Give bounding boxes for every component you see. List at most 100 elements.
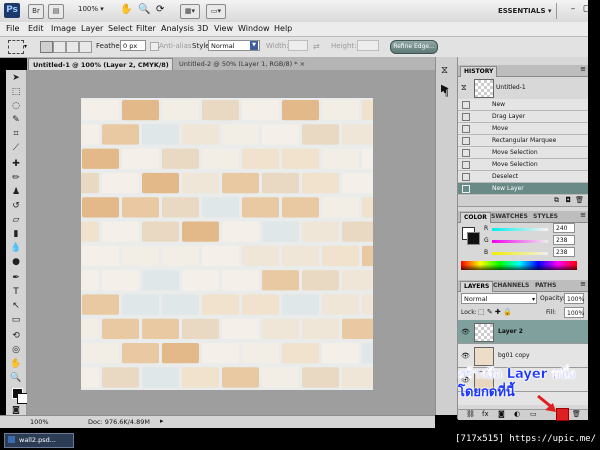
workspace-switcher[interactable]: ESSENTIALS ▾ xyxy=(498,7,551,15)
trash-icon[interactable]: 🗑 xyxy=(575,196,584,204)
b-input[interactable]: 238 xyxy=(553,247,575,257)
g-input[interactable]: 238 xyxy=(553,235,575,245)
r-input[interactable]: 240 xyxy=(553,223,575,233)
add-selection-icon[interactable] xyxy=(53,41,66,53)
b-slider[interactable] xyxy=(492,252,548,255)
tab-channels[interactable]: CHANNELS xyxy=(490,281,532,291)
path-selection-tool-icon[interactable]: ↖ xyxy=(9,300,23,312)
eye-icon[interactable]: 👁 xyxy=(461,352,470,360)
3d-rotate-tool-icon[interactable]: ⟲ xyxy=(9,330,23,342)
move-tool-icon[interactable]: ➤ xyxy=(9,72,23,84)
opacity-input[interactable]: 100% xyxy=(564,293,584,304)
menu-window[interactable]: Window xyxy=(238,24,270,33)
arrange-documents-icon[interactable]: ▦▾ xyxy=(180,4,200,19)
rotate-view-icon[interactable]: ⟳ xyxy=(156,4,164,15)
panel-menu-icon[interactable]: ≡ xyxy=(580,211,586,219)
menu-help[interactable]: Help xyxy=(274,24,292,33)
chevron-down-icon[interactable]: ▾ xyxy=(532,294,535,305)
gradient-tool-icon[interactable]: ▮ xyxy=(9,228,23,240)
menu-file[interactable]: File xyxy=(6,24,19,33)
intersect-selection-icon[interactable] xyxy=(79,41,92,53)
blend-mode-select[interactable]: Normal ▾ xyxy=(461,293,537,304)
tab-layers[interactable]: LAYERS xyxy=(460,281,494,292)
tab-swatches[interactable]: SWATCHES xyxy=(488,212,531,222)
g-slider[interactable] xyxy=(492,240,548,243)
menu-analysis[interactable]: Analysis xyxy=(161,24,194,33)
list-item[interactable]: Move Selection xyxy=(458,147,589,159)
eraser-tool-icon[interactable]: ▱ xyxy=(9,214,23,226)
list-item[interactable]: Rectangular Marquee xyxy=(458,135,589,147)
crop-tool-icon[interactable]: ⌗ xyxy=(9,128,23,140)
zoom-readout[interactable]: 100% xyxy=(30,418,49,426)
tab-color[interactable]: COLOR xyxy=(460,212,491,223)
camera-icon[interactable]: ◘ xyxy=(565,196,571,204)
fill-input[interactable]: 100% xyxy=(564,307,584,318)
lock-pixels-icon[interactable]: ⬚ ✎ ✚ 🔒 xyxy=(478,308,512,316)
minimize-button[interactable]: – xyxy=(566,4,580,16)
eyedropper-tool-icon[interactable]: ⟋ xyxy=(9,142,23,154)
chevron-down-icon[interactable]: ▾ xyxy=(24,43,27,50)
clone-stamp-tool-icon[interactable]: ♟ xyxy=(9,186,23,198)
new-selection-icon[interactable] xyxy=(40,41,53,53)
status-menu-icon[interactable]: ▸ xyxy=(160,417,164,425)
close-icon[interactable]: × xyxy=(300,60,305,68)
anti-alias-checkbox[interactable] xyxy=(150,42,159,51)
trash-icon[interactable]: 🗑 xyxy=(572,410,581,418)
history-snapshot[interactable]: ⧖ Untitled-1 xyxy=(458,77,589,100)
chevron-down-icon[interactable]: ▼ xyxy=(250,41,258,50)
subtract-selection-icon[interactable] xyxy=(66,41,79,53)
3d-orbit-tool-icon[interactable]: ◎ xyxy=(9,344,23,356)
swap-dimensions-icon[interactable]: ⇄ xyxy=(313,42,320,51)
fx-icon[interactable]: fx xyxy=(482,410,489,418)
tab-untitled-1[interactable]: Untitled-1 @ 100% (Layer 2, CMYK/8) * × xyxy=(28,58,173,81)
menu-image[interactable]: Image xyxy=(51,24,76,33)
spot-healing-tool-icon[interactable]: ✚ xyxy=(9,158,23,170)
menu-view[interactable]: View xyxy=(214,24,233,33)
feather-input[interactable]: 0 px xyxy=(120,40,146,51)
tab-paths[interactable]: PATHS xyxy=(532,281,559,291)
layer-row-layer-2[interactable]: 👁 Layer 2 xyxy=(458,320,589,344)
style-select[interactable]: Normal ▼ xyxy=(208,40,260,51)
menu-select[interactable]: Select xyxy=(108,24,133,33)
menu-filter[interactable]: Filter xyxy=(136,24,156,33)
height-input[interactable] xyxy=(357,40,379,51)
marquee-tool-preset-icon[interactable] xyxy=(8,40,24,54)
tab-styles[interactable]: STYLES xyxy=(530,212,561,222)
r-slider[interactable] xyxy=(492,228,548,231)
link-layers-icon[interactable]: ⛓ xyxy=(466,410,475,418)
tab-untitled-2[interactable]: Untitled-2 @ 50% (Layer 1, RGB/8) * × xyxy=(175,58,315,70)
zoom-tool-icon[interactable]: 🔍 xyxy=(9,372,23,384)
hand-icon[interactable]: ✋ xyxy=(120,4,132,15)
list-item[interactable]: Move Selection xyxy=(458,159,589,171)
width-input[interactable] xyxy=(288,40,308,51)
list-item[interactable]: Move xyxy=(458,123,589,135)
quick-selection-tool-icon[interactable]: ✎ xyxy=(9,114,23,126)
panel-menu-icon[interactable]: ≡ xyxy=(580,280,586,288)
history-panel-icon[interactable]: ⧖ xyxy=(441,65,448,76)
screen-mode-icon[interactable]: ▭▾ xyxy=(206,4,226,19)
zoom-icon[interactable]: 🔍 xyxy=(138,4,150,15)
menu-edit[interactable]: Edit xyxy=(28,24,44,33)
blur-tool-icon[interactable]: 💧 xyxy=(9,242,23,254)
refine-edge-button[interactable]: Refine Edge... xyxy=(390,40,438,54)
panel-menu-icon[interactable]: ≡ xyxy=(580,65,586,73)
dodge-tool-icon[interactable]: ● xyxy=(9,256,23,268)
lasso-tool-icon[interactable]: ◌ xyxy=(9,100,23,112)
adjustment-layer-icon[interactable]: ◐ xyxy=(514,410,520,418)
eye-icon[interactable]: 👁 xyxy=(461,328,470,336)
list-item[interactable]: Drag Layer xyxy=(458,111,589,123)
paragraph-panel-icon[interactable]: ¶ xyxy=(443,89,449,99)
zoom-level-select[interactable]: 100% ▾ xyxy=(78,5,104,13)
hand-tool-icon[interactable]: ✋ xyxy=(9,358,23,370)
rectangular-marquee-tool-icon[interactable]: ⬚ xyxy=(9,86,23,98)
pen-tool-icon[interactable]: ✒ xyxy=(9,272,23,284)
color-spectrum-ramp[interactable] xyxy=(461,261,577,270)
rectangle-tool-icon[interactable]: ▭ xyxy=(9,314,23,326)
menu-3d[interactable]: 3D xyxy=(197,24,208,33)
brush-tool-icon[interactable]: ✏ xyxy=(9,172,23,184)
history-brush-source-icon[interactable]: ⧖ xyxy=(461,83,467,93)
canvas-area[interactable] xyxy=(27,70,435,415)
tab-history[interactable]: HISTORY xyxy=(460,66,498,77)
list-item-selected[interactable]: New Layer xyxy=(458,183,589,195)
background-swatch[interactable] xyxy=(467,232,480,245)
